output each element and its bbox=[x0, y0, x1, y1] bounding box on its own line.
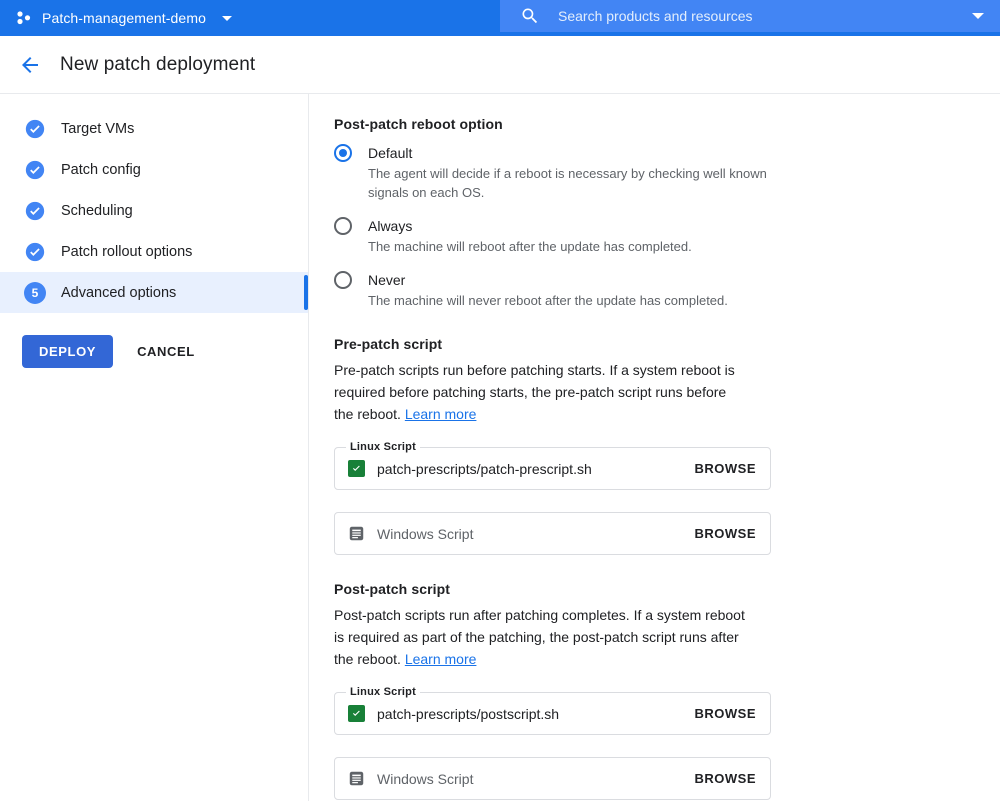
pre-patch-windows-script-field[interactable]: Windows Script BROWSE bbox=[334, 512, 771, 555]
search-bar[interactable] bbox=[500, 0, 1000, 32]
search-input[interactable] bbox=[558, 0, 972, 32]
radio-never[interactable] bbox=[334, 271, 352, 289]
check-circle-icon bbox=[25, 242, 45, 261]
step-number-badge: 5 bbox=[24, 281, 46, 304]
post-patch-learn-more-link[interactable]: Learn more bbox=[405, 651, 477, 667]
check-glyph bbox=[352, 710, 360, 716]
chevron-down-icon bbox=[221, 15, 232, 21]
pre-patch-description: Pre-patch scripts run before patching st… bbox=[334, 359, 749, 425]
radio-label: Default bbox=[368, 145, 413, 161]
advanced-options-form: Post-patch reboot option Default The age… bbox=[309, 94, 1000, 801]
project-dots-icon bbox=[17, 11, 31, 25]
field-legend: Linux Script bbox=[346, 686, 420, 698]
radio-label: Never bbox=[368, 272, 406, 288]
project-name: Patch-management-demo bbox=[42, 10, 206, 26]
pre-patch-linux-browse-button[interactable]: BROWSE bbox=[695, 461, 757, 476]
content-area: Target VMs Patch config Scheduling Patch… bbox=[0, 94, 1000, 801]
check-circle-icon bbox=[25, 119, 45, 138]
radio-option-always[interactable]: Always The machine will reboot after the… bbox=[334, 216, 1000, 256]
post-patch-linux-browse-button[interactable]: BROWSE bbox=[695, 706, 757, 721]
sidebar-item-label: Advanced options bbox=[61, 284, 177, 301]
page-header: New patch deployment bbox=[0, 36, 1000, 94]
radio-description: The agent will decide if a reboot is nec… bbox=[368, 166, 767, 200]
radio-description: The machine will reboot after the update… bbox=[368, 239, 692, 254]
reboot-section-title: Post-patch reboot option bbox=[334, 116, 503, 132]
project-selector[interactable]: Patch-management-demo bbox=[0, 0, 242, 36]
sidebar-item-label: Target VMs bbox=[61, 120, 135, 137]
sidebar-item-label: Scheduling bbox=[61, 202, 133, 219]
check-circle-icon bbox=[25, 201, 45, 220]
sidebar-item-target-vms[interactable]: Target VMs bbox=[0, 108, 308, 149]
sidebar-item-advanced-options[interactable]: 5 Advanced options bbox=[0, 272, 308, 313]
sidebar-item-label: Patch config bbox=[61, 161, 141, 178]
pre-patch-windows-script-value: Windows Script bbox=[377, 525, 474, 542]
green-check-icon bbox=[348, 705, 365, 722]
post-patch-linux-script-field[interactable]: Linux Script patch-prescripts/postscript… bbox=[334, 686, 771, 735]
pre-patch-description-text: Pre-patch scripts run before patching st… bbox=[334, 362, 735, 422]
sidebar-item-patch-config[interactable]: Patch config bbox=[0, 149, 308, 190]
pre-patch-linux-script-value: patch-prescripts/patch-prescript.sh bbox=[377, 460, 592, 477]
post-patch-windows-browse-button[interactable]: BROWSE bbox=[695, 771, 757, 786]
pre-patch-section-title: Pre-patch script bbox=[334, 336, 443, 352]
sidebar-item-scheduling[interactable]: Scheduling bbox=[0, 190, 308, 231]
radio-label: Always bbox=[368, 218, 413, 234]
post-patch-description-text: Post-patch scripts run after patching co… bbox=[334, 607, 745, 667]
check-glyph bbox=[352, 465, 360, 471]
pre-patch-learn-more-link[interactable]: Learn more bbox=[405, 406, 477, 422]
post-patch-windows-script-field[interactable]: Windows Script BROWSE bbox=[334, 757, 771, 800]
sidebar-item-patch-rollout-options[interactable]: Patch rollout options bbox=[0, 231, 308, 272]
post-patch-description: Post-patch scripts run after patching co… bbox=[334, 604, 749, 670]
page-title: New patch deployment bbox=[60, 53, 256, 75]
document-icon bbox=[349, 526, 364, 541]
post-patch-linux-script-value: patch-prescripts/postscript.sh bbox=[377, 705, 560, 722]
radio-description: The machine will never reboot after the … bbox=[368, 293, 728, 308]
cancel-button[interactable]: CANCEL bbox=[127, 335, 205, 368]
arrow-back-icon[interactable] bbox=[18, 53, 42, 77]
radio-default[interactable] bbox=[334, 144, 352, 162]
green-check-icon bbox=[348, 460, 365, 477]
post-patch-windows-script-value: Windows Script bbox=[377, 770, 474, 787]
stepper-sidebar: Target VMs Patch config Scheduling Patch… bbox=[0, 94, 309, 801]
search-dropdown-icon[interactable] bbox=[972, 13, 984, 19]
post-patch-section-title: Post-patch script bbox=[334, 581, 451, 597]
deploy-button[interactable]: DEPLOY bbox=[22, 335, 114, 368]
pre-patch-linux-script-field[interactable]: Linux Script patch-prescripts/patch-pres… bbox=[334, 441, 771, 490]
radio-always[interactable] bbox=[334, 217, 352, 235]
search-icon bbox=[522, 8, 538, 24]
top-app-bar: Patch-management-demo bbox=[0, 0, 1000, 36]
check-circle-icon bbox=[25, 160, 45, 179]
sidebar-item-label: Patch rollout options bbox=[61, 243, 193, 260]
radio-option-default[interactable]: Default The agent will decide if a reboo… bbox=[334, 143, 1000, 202]
pre-patch-windows-browse-button[interactable]: BROWSE bbox=[695, 526, 757, 541]
reboot-radio-group: Default The agent will decide if a reboo… bbox=[334, 143, 1000, 310]
radio-option-never[interactable]: Never The machine will never reboot afte… bbox=[334, 270, 1000, 310]
document-icon bbox=[349, 771, 364, 786]
field-legend: Linux Script bbox=[346, 441, 420, 453]
sidebar-actions: DEPLOY CANCEL bbox=[22, 335, 308, 368]
